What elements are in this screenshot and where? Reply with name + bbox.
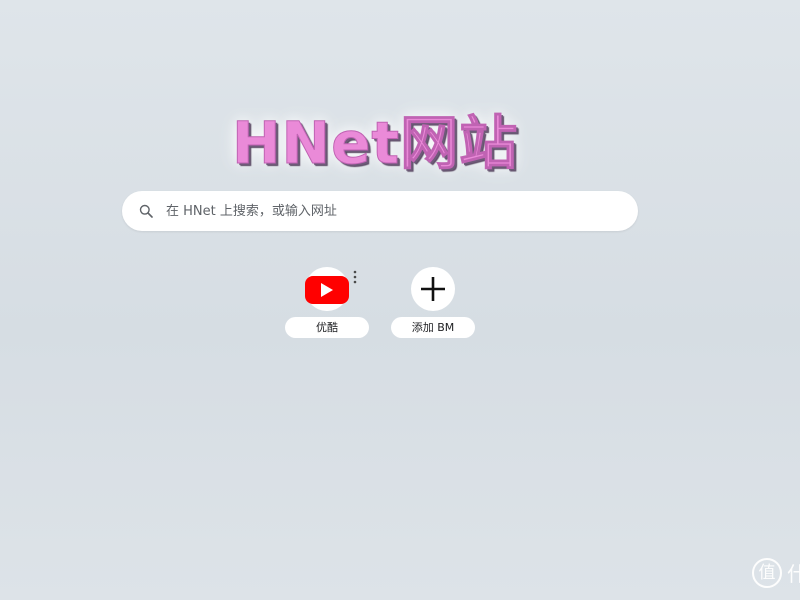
shortcut-label: 添加 BM: [391, 317, 475, 338]
plus-icon: [421, 277, 445, 301]
more-options-icon[interactable]: [352, 270, 358, 284]
watermark-logo: 值: [752, 558, 782, 588]
shortcut-icon-circle: [305, 267, 349, 311]
search-icon: [139, 204, 153, 218]
watermark-text: 什: [787, 562, 800, 586]
shortcut-icon-circle: [411, 267, 455, 311]
site-logo: HNet网站: [232, 109, 519, 178]
add-shortcut-button[interactable]: 添加 BM: [390, 266, 476, 342]
shortcut-label: 优酷: [285, 317, 369, 338]
shortcut-youtube[interactable]: 优酷: [284, 266, 370, 342]
youtube-icon: [305, 276, 349, 304]
search-input[interactable]: [166, 199, 606, 223]
search-box[interactable]: [122, 191, 638, 231]
play-icon: [321, 283, 333, 297]
